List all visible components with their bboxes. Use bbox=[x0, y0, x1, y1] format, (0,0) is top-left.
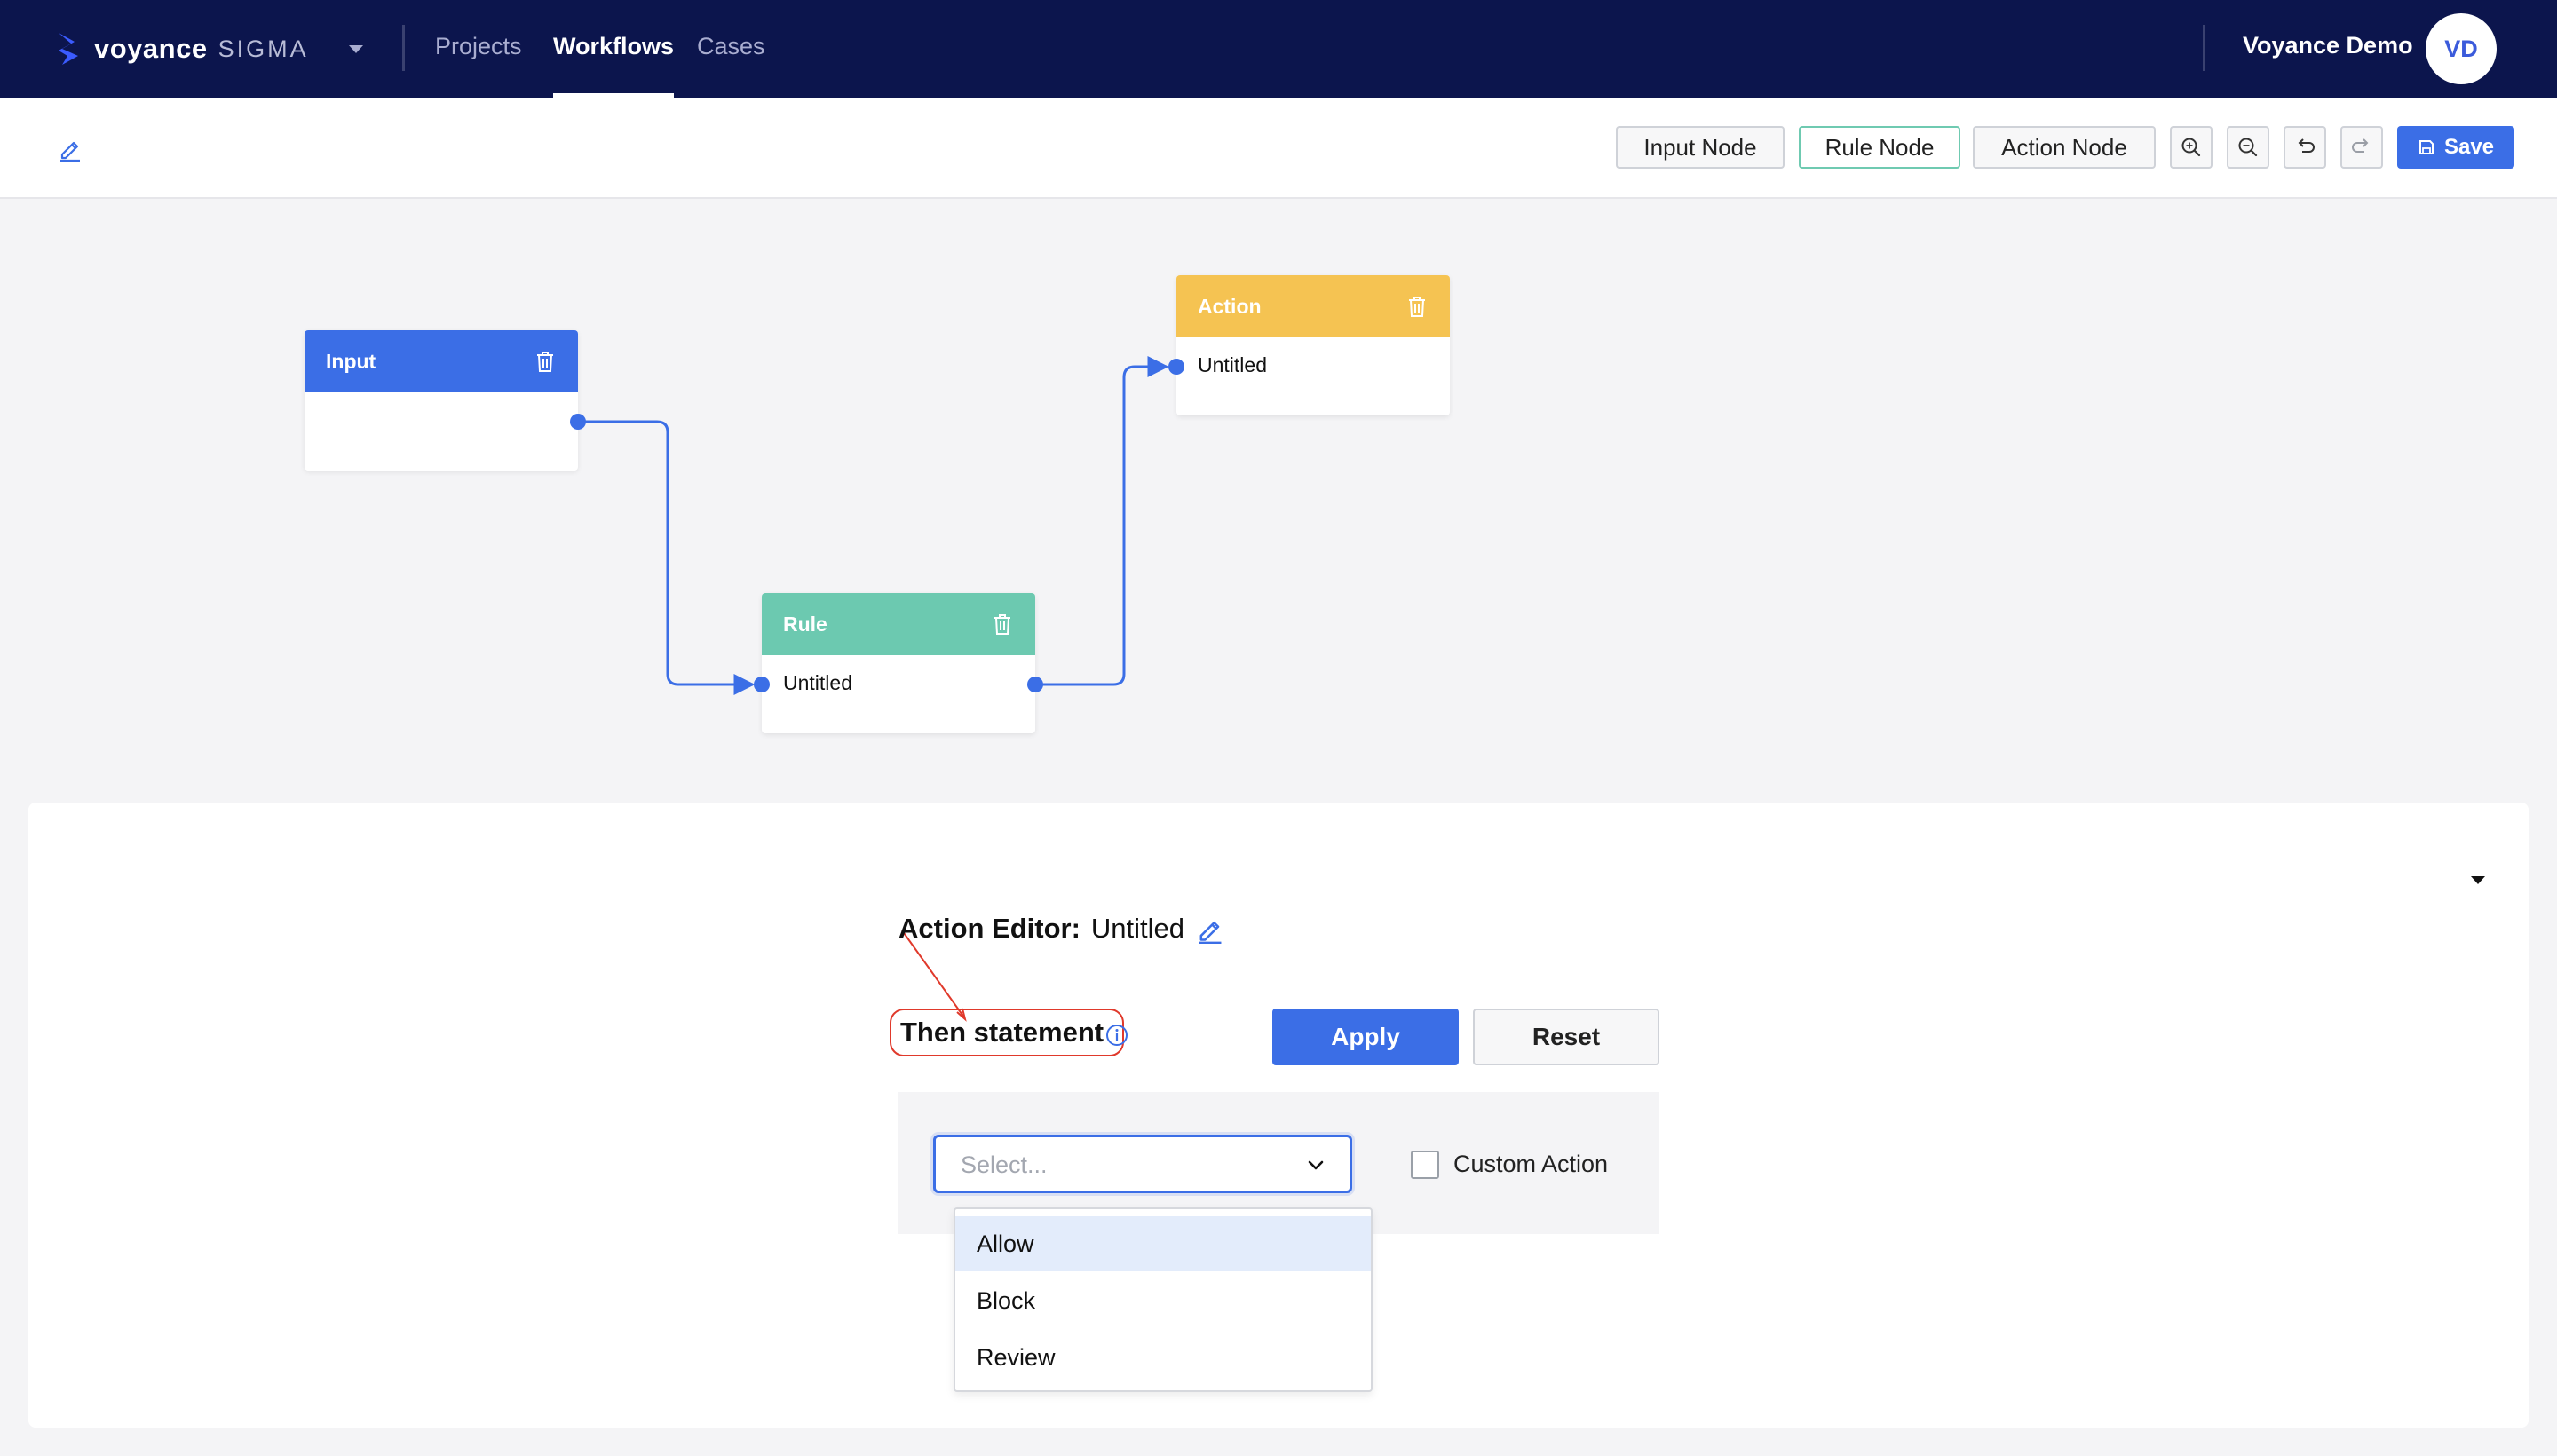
rule-node[interactable]: Rule Untitled bbox=[754, 593, 1043, 733]
action-editor-title: Action Editor: Untitled bbox=[899, 913, 1225, 945]
zoom-out-icon bbox=[2238, 138, 2258, 157]
add-action-node-button[interactable]: Action Node bbox=[1973, 126, 2156, 169]
voyance-logo-icon bbox=[59, 33, 78, 65]
workflow-canvas[interactable]: Input Rule Untitled Action Untitled bbox=[0, 199, 2557, 799]
apply-button[interactable]: Apply bbox=[1272, 1009, 1459, 1065]
select-placeholder: Select... bbox=[961, 1151, 1048, 1178]
rule-node-header[interactable]: Rule bbox=[762, 593, 1035, 655]
edit-icon[interactable] bbox=[57, 135, 83, 162]
nav-workflows[interactable]: Workflows bbox=[553, 0, 675, 98]
logo-wordmark: voyance bbox=[94, 33, 208, 64]
action-select[interactable]: Select... bbox=[933, 1135, 1352, 1193]
avatar[interactable]: VD bbox=[2426, 13, 2497, 84]
input-node-title: Input bbox=[326, 349, 376, 373]
action-node-header[interactable]: Action bbox=[1176, 275, 1450, 337]
action-node-input-port[interactable] bbox=[1168, 359, 1184, 375]
nav-divider-right bbox=[2203, 25, 2205, 71]
logo-product-name: SIGMA bbox=[218, 35, 309, 62]
trash-icon[interactable] bbox=[991, 612, 1014, 637]
redo-button[interactable] bbox=[2340, 126, 2383, 169]
top-nav: voyance SIGMA Projects Workflows Cases V… bbox=[0, 0, 2557, 98]
trash-icon[interactable] bbox=[534, 349, 557, 374]
info-icon[interactable] bbox=[1104, 1023, 1129, 1048]
edge-rule-to-action bbox=[1036, 356, 1169, 686]
then-statement-label: Then statement bbox=[890, 1009, 1124, 1056]
nav-cases[interactable]: Cases bbox=[697, 0, 765, 98]
input-node-body bbox=[305, 392, 578, 471]
user-name[interactable]: Voyance Demo bbox=[2243, 32, 2413, 59]
action-editor-label: Action Editor: bbox=[899, 913, 1081, 944]
option-review[interactable]: Review bbox=[955, 1330, 1371, 1385]
option-block[interactable]: Block bbox=[955, 1273, 1371, 1328]
trash-icon[interactable] bbox=[1405, 294, 1429, 319]
undo-button[interactable] bbox=[2284, 126, 2326, 169]
chevron-down-icon bbox=[1308, 1160, 1324, 1170]
action-node[interactable]: Action Untitled bbox=[1168, 275, 1450, 415]
input-node-header[interactable]: Input bbox=[305, 330, 578, 392]
nav-divider bbox=[402, 25, 405, 71]
input-node[interactable]: Input bbox=[305, 330, 586, 471]
save-button-label: Save bbox=[2443, 135, 2495, 159]
option-allow[interactable]: Allow bbox=[955, 1216, 1371, 1271]
undo-icon bbox=[2298, 138, 2315, 153]
zoom-in-button[interactable] bbox=[2170, 126, 2213, 169]
edit-icon[interactable] bbox=[1195, 914, 1225, 944]
redo-icon bbox=[2352, 138, 2369, 153]
input-node-output-port[interactable] bbox=[570, 414, 586, 430]
save-button[interactable]: Save bbox=[2397, 126, 2514, 169]
product-switcher-caret-icon[interactable] bbox=[344, 37, 368, 60]
rule-node-title: Rule bbox=[783, 612, 827, 636]
reset-button[interactable]: Reset bbox=[1473, 1009, 1659, 1065]
collapse-panel-caret-icon[interactable] bbox=[2465, 866, 2491, 893]
rule-node-input-port[interactable] bbox=[754, 677, 770, 692]
rule-node-name: Untitled bbox=[783, 671, 852, 694]
zoom-out-button[interactable] bbox=[2227, 126, 2269, 169]
action-node-name: Untitled bbox=[1198, 353, 1267, 376]
rule-node-output-port[interactable] bbox=[1027, 677, 1043, 692]
save-icon bbox=[2418, 140, 2434, 154]
custom-action-label[interactable]: Custom Action bbox=[1453, 1151, 1608, 1178]
custom-action-checkbox[interactable] bbox=[1411, 1151, 1439, 1179]
action-select-menu: Allow Block Review bbox=[954, 1207, 1373, 1392]
add-input-node-button[interactable]: Input Node bbox=[1616, 126, 1785, 169]
add-rule-node-button[interactable]: Rule Node bbox=[1799, 126, 1960, 169]
edge-input-to-rule bbox=[579, 420, 756, 695]
action-node-title: Action bbox=[1198, 294, 1262, 318]
workflow-toolbar: Input Node Rule Node Action Node Save bbox=[0, 98, 2557, 199]
zoom-in-icon bbox=[2181, 138, 2201, 157]
logo[interactable]: voyance SIGMA bbox=[55, 27, 309, 71]
action-editor-name: Untitled bbox=[1090, 913, 1185, 944]
nav-projects[interactable]: Projects bbox=[435, 0, 522, 98]
